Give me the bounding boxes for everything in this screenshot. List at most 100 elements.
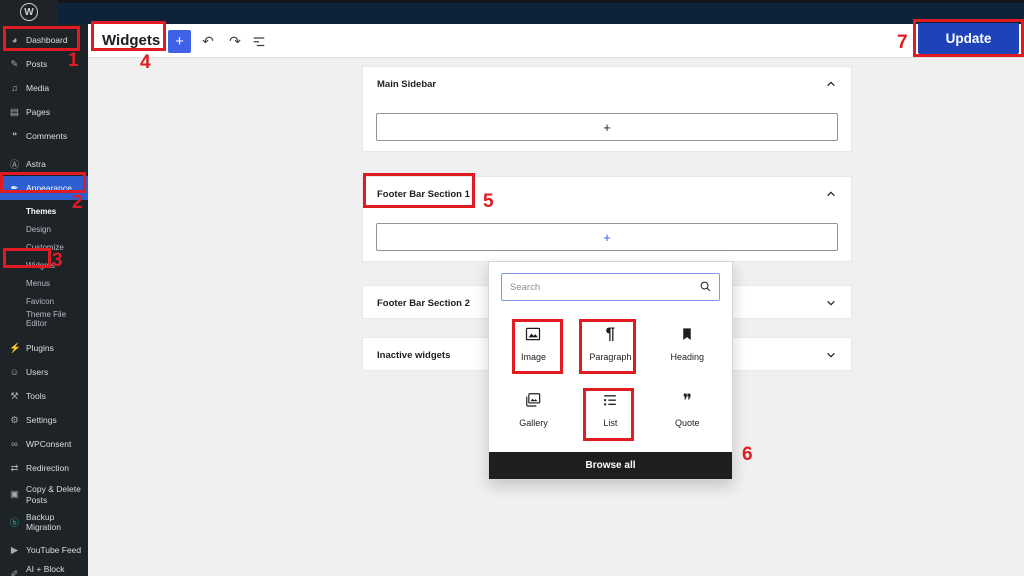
sidebar-item-redirection[interactable]: ⇄ Redirection xyxy=(0,456,88,480)
block-grid: Image ¶ Paragraph Heading Gallery xyxy=(495,313,726,445)
undo-icon[interactable]: ↶ xyxy=(196,28,220,54)
block-label: Image xyxy=(521,352,546,362)
submenu-item-design[interactable]: Design xyxy=(0,220,88,238)
chevron-up-icon[interactable] xyxy=(823,186,839,202)
panel-header-main-sidebar[interactable]: Main Sidebar xyxy=(363,67,851,101)
sidebar-item-label: Pages xyxy=(26,107,50,117)
youtube-feed-icon: ▶ xyxy=(9,545,20,556)
sidebar-item-label: Plugins xyxy=(26,343,54,353)
list-view-icon[interactable] xyxy=(250,32,274,58)
settings-gear-icon: ⚙ xyxy=(9,415,20,426)
backup-migration-icon: ⓑ xyxy=(9,515,20,529)
block-inserter-popup: Image ¶ Paragraph Heading Gallery xyxy=(488,261,733,480)
panel-header-footer-bar-section-1[interactable]: Footer Bar Section 1 xyxy=(363,177,851,211)
block-type-heading[interactable]: Heading xyxy=(649,313,726,379)
panel-title: Inactive widgets xyxy=(377,350,450,361)
widget-area-footer-bar-section-1: Footer Bar Section 1 + xyxy=(362,176,852,262)
block-label: List xyxy=(603,418,617,428)
panel-title: Footer Bar Section 2 xyxy=(377,298,470,309)
chevron-up-icon[interactable] xyxy=(823,76,839,92)
dashboard-icon: ◕ xyxy=(9,35,20,46)
sidebar-item-comments[interactable]: ❝ Comments xyxy=(0,124,88,148)
list-block-icon xyxy=(600,386,620,414)
sidebar-item-tools[interactable]: ⚒ Tools xyxy=(0,384,88,408)
submenu-item-customize[interactable]: Customize xyxy=(0,238,88,256)
admin-bar-logo-zone: W xyxy=(0,0,58,24)
submenu-item-favicon[interactable]: Favicon xyxy=(0,292,88,310)
comments-icon: ❝ xyxy=(9,131,20,142)
sidebar-item-label: Appearance xyxy=(26,183,72,193)
sidebar-item-label: Astra xyxy=(26,159,46,169)
sidebar-item-plugins[interactable]: ⚡ Plugins xyxy=(0,336,88,360)
sidebar-item-label: Settings xyxy=(26,415,57,425)
chevron-down-icon[interactable] xyxy=(823,295,839,311)
block-type-gallery[interactable]: Gallery xyxy=(495,379,572,445)
heading-block-icon xyxy=(678,320,696,348)
sidebar-item-label: Redirection xyxy=(26,463,69,473)
block-type-list[interactable]: List xyxy=(572,379,649,445)
submenu-item-theme-file-editor[interactable]: Theme File Editor xyxy=(0,310,88,328)
block-type-quote[interactable]: ❞ Quote xyxy=(649,379,726,445)
block-label: Gallery xyxy=(519,418,548,428)
tools-icon: ⚒ xyxy=(9,391,20,402)
block-type-paragraph[interactable]: ¶ Paragraph xyxy=(572,313,649,379)
sidebar-item-label: Comments xyxy=(26,131,67,141)
gallery-block-icon xyxy=(523,386,543,414)
chevron-down-icon[interactable] xyxy=(823,347,839,363)
plugins-icon: ⚡ xyxy=(9,343,20,354)
quote-block-icon: ❞ xyxy=(683,386,692,414)
copy-delete-posts-icon: ▣ xyxy=(9,489,20,501)
admin-sidebar: ◕ Dashboard ✎ Posts ♫ Media ▤ Pages ❝ Co… xyxy=(0,24,88,576)
sidebar-item-dashboard[interactable]: ◕ Dashboard xyxy=(0,28,88,52)
sidebar-item-media[interactable]: ♫ Media xyxy=(0,76,88,100)
submenu-item-widgets[interactable]: Widgets xyxy=(0,256,88,274)
sidebar-item-label: Tools xyxy=(26,391,46,401)
sidebar-item-backup-migration[interactable]: ⓑ Backup Migration xyxy=(0,510,88,534)
browse-all-button[interactable]: Browse all xyxy=(489,452,732,479)
submenu-item-themes[interactable]: Themes xyxy=(0,202,88,220)
sidebar-item-label: Copy & Delete Posts xyxy=(26,484,82,505)
block-appender-footer-bar-section-1[interactable]: + xyxy=(376,223,838,251)
sidebar-item-posts[interactable]: ✎ Posts xyxy=(0,52,88,76)
block-label: Quote xyxy=(675,418,700,428)
wordpress-widgets-screen: W ◕ Dashboard ✎ Posts ♫ Media ▤ Pages ❝ … xyxy=(0,0,1024,576)
sidebar-item-users[interactable]: ☺ Users xyxy=(0,360,88,384)
update-button[interactable]: Update xyxy=(918,23,1019,54)
panel-title: Footer Bar Section 1 xyxy=(377,189,470,200)
wordpress-logo-icon[interactable]: W xyxy=(20,3,38,21)
paragraph-block-icon: ¶ xyxy=(606,320,615,348)
add-block-button[interactable]: + xyxy=(168,30,191,53)
users-icon: ☺ xyxy=(9,367,20,378)
sidebar-item-label: Posts xyxy=(26,59,47,69)
submenu-item-menus[interactable]: Menus xyxy=(0,274,88,292)
block-appender-main-sidebar[interactable]: + xyxy=(376,113,838,141)
sidebar-item-copy-delete-posts[interactable]: ▣ Copy & Delete Posts xyxy=(0,480,88,510)
sidebar-item-astra[interactable]: Ⓐ Astra xyxy=(0,152,88,176)
redo-icon[interactable]: ↷ xyxy=(223,28,247,54)
sidebar-item-youtube-feed[interactable]: ▶ YouTube Feed xyxy=(0,538,88,562)
sidebar-item-label: Users xyxy=(26,367,48,377)
sidebar-item-label: Media xyxy=(26,83,49,93)
astra-icon: Ⓐ xyxy=(9,157,20,171)
sidebar-item-label: Dashboard xyxy=(26,35,68,45)
block-label: Heading xyxy=(671,352,705,362)
block-type-image[interactable]: Image xyxy=(495,313,572,379)
sidebar-item-ai-block-editor[interactable]: ✐ AI + Block Editor xyxy=(0,562,88,576)
sidebar-item-label: AI + Block Editor xyxy=(26,564,82,576)
image-block-icon xyxy=(523,320,543,348)
appearance-icon: ✒ xyxy=(9,183,20,194)
panel-title: Main Sidebar xyxy=(377,79,436,90)
sidebar-item-settings[interactable]: ⚙ Settings xyxy=(0,408,88,432)
search-input[interactable] xyxy=(501,273,720,301)
sidebar-item-label: Backup Migration xyxy=(26,512,82,532)
media-icon: ♫ xyxy=(9,83,20,94)
sidebar-item-pages[interactable]: ▤ Pages xyxy=(0,100,88,124)
annotation-step-6: 6 xyxy=(742,444,753,466)
sidebar-item-wpconsent[interactable]: ∞ WPConsent xyxy=(0,432,88,456)
sidebar-item-appearance[interactable]: ✒ Appearance xyxy=(0,176,88,200)
editor-toolbar: Widgets + ↶ ↷ xyxy=(88,24,1024,58)
sidebar-item-label: WPConsent xyxy=(26,439,71,449)
sidebar-item-label: YouTube Feed xyxy=(26,545,81,555)
appearance-submenu: Themes Design Customize Widgets Menus Fa… xyxy=(0,200,88,332)
posts-icon: ✎ xyxy=(9,59,20,70)
